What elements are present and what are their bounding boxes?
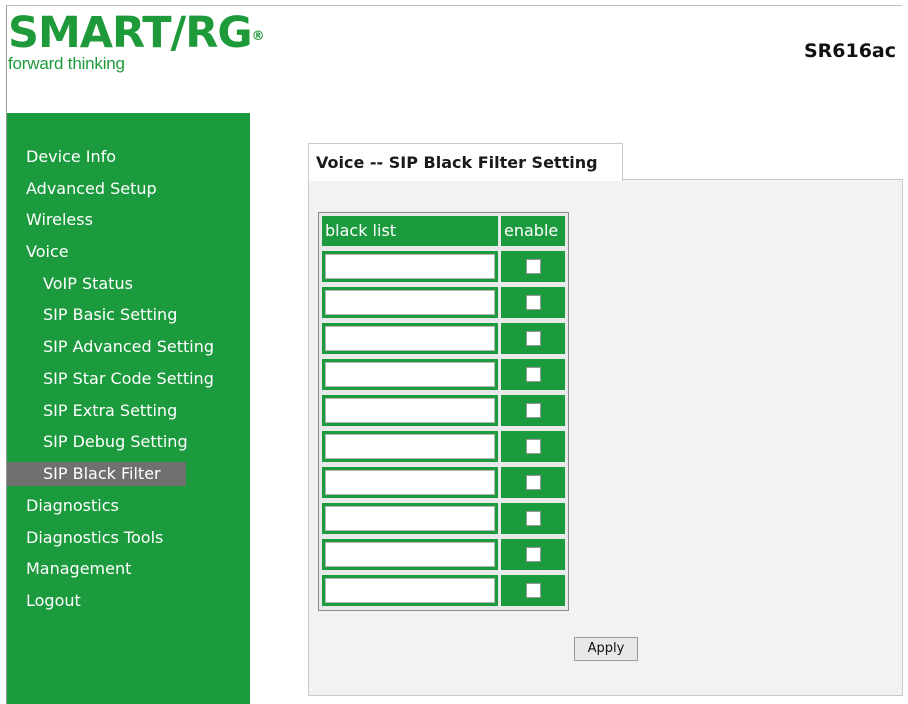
black-list-input[interactable] [325,434,495,459]
black-list-input[interactable] [325,398,495,423]
sidebar-item-sip-debug-setting[interactable]: SIP Debug Setting [7,426,250,458]
enable-checkbox[interactable] [525,475,541,490]
sidebar-item-diagnostics[interactable]: Diagnostics [7,490,250,522]
enable-cell [501,503,565,534]
table-row [322,359,565,390]
black-filter-table: black list enable [318,212,569,611]
black-list-input[interactable] [325,326,495,351]
enable-cell [501,575,565,606]
sidebar-nav: Device Info Advanced Setup Wireless Voice Vo… [7,141,250,617]
enable-checkbox[interactable] [525,583,541,598]
enable-cell [501,539,565,570]
table-row [322,323,565,354]
black-list-input[interactable] [325,470,495,495]
sidebar-item-voice[interactable]: Voice [7,236,250,268]
table-row [322,503,565,534]
logo-wordmark: SMART/RG® [8,8,265,58]
black-list-cell [322,359,498,390]
enable-checkbox[interactable] [525,547,541,562]
enable-checkbox[interactable] [525,439,541,454]
black-list-cell [322,575,498,606]
black-list-cell [322,395,498,426]
enable-cell [501,431,565,462]
enable-cell [501,467,565,498]
sidebar-item-logout[interactable]: Logout [7,585,250,617]
enable-cell [501,323,565,354]
table-row [322,395,565,426]
sidebar-item-sip-star-code-setting[interactable]: SIP Star Code Setting [7,363,250,395]
black-list-input[interactable] [325,254,495,279]
enable-checkbox[interactable] [525,403,541,418]
page-title-tab: Voice -- SIP Black Filter Setting [308,143,623,181]
black-list-input[interactable] [325,290,495,315]
sidebar-item-sip-extra-setting[interactable]: SIP Extra Setting [7,395,250,427]
sidebar-item-diagnostics-tools[interactable]: Diagnostics Tools [7,522,250,554]
sidebar-item-device-info[interactable]: Device Info [7,141,250,173]
black-list-cell [322,467,498,498]
enable-cell [501,287,565,318]
table-row [322,431,565,462]
sidebar-item-voip-status[interactable]: VoIP Status [7,268,250,300]
black-list-input[interactable] [325,362,495,387]
model-name: SR616ac [803,40,896,62]
black-list-cell [322,431,498,462]
enable-checkbox[interactable] [525,367,541,382]
sidebar-item-wireless[interactable]: Wireless [7,204,250,236]
table-row [322,287,565,318]
sidebar-item-sip-advanced-setting[interactable]: SIP Advanced Setting [7,331,250,363]
black-list-cell [322,539,498,570]
brand-logo: SMART/RG® forward thinking [8,8,265,74]
black-list-cell [322,287,498,318]
black-list-input[interactable] [325,506,495,531]
sidebar-item-advanced-setup[interactable]: Advanced Setup [7,173,250,205]
black-list-cell [322,251,498,282]
black-list-cell [322,503,498,534]
table-row [322,467,565,498]
enable-cell [501,251,565,282]
sidebar-item-sip-basic-setting[interactable]: SIP Basic Setting [7,299,250,331]
sidebar: Device Info Advanced Setup Wireless Voice Vo… [7,113,250,704]
table-row [322,251,565,282]
black-list-input[interactable] [325,542,495,567]
table-row [322,575,565,606]
black-list-cell [322,323,498,354]
apply-button[interactable]: Apply [574,637,638,661]
table-header: black list enable [322,216,565,246]
sidebar-item-sip-black-filter[interactable]: SIP Black Filter [7,461,186,486]
column-header-black-list: black list [322,216,498,246]
enable-cell [501,359,565,390]
column-header-enable: enable [501,216,565,246]
enable-cell [501,395,565,426]
enable-checkbox[interactable] [525,331,541,346]
sidebar-item-management[interactable]: Management [7,553,250,585]
enable-checkbox[interactable] [525,295,541,310]
table-row [322,539,565,570]
enable-checkbox[interactable] [525,259,541,274]
enable-checkbox[interactable] [525,511,541,526]
black-list-input[interactable] [325,578,495,603]
